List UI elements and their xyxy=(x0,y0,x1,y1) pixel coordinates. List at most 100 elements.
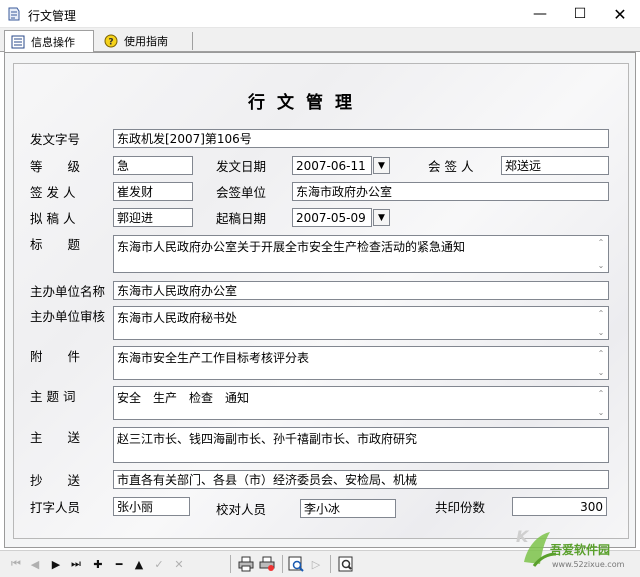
host-unit-field[interactable]: 东海市人民政府办公室 xyxy=(113,281,609,300)
chevron-down-icon: ⌄ xyxy=(597,328,605,337)
issue-date-dropdown-button[interactable]: ▼ xyxy=(373,157,390,174)
maximize-button[interactable]: ☐ xyxy=(560,0,600,28)
maximize-icon: ☐ xyxy=(573,6,587,22)
insert-icon: ✚ xyxy=(93,557,103,571)
search-icon xyxy=(338,556,353,572)
host-unit-label: 主办单位名称 xyxy=(30,284,106,299)
find-button[interactable] xyxy=(288,556,304,572)
print-icon xyxy=(238,556,254,572)
issue-date-label: 发文日期 xyxy=(216,159,267,174)
main-to-text: 赵三江市长、钱四海副市长、孙千禧副市长、市政府研究 xyxy=(117,432,418,446)
print-preview-icon xyxy=(259,556,275,571)
prev-icon: ◀ xyxy=(30,557,40,571)
chevron-up-icon: ⌃ xyxy=(597,309,605,318)
memo-scroll[interactable]: ⌃ ⌄ xyxy=(596,309,606,337)
proofreader-field[interactable]: 李小冰 xyxy=(300,499,396,518)
toolbar-separator xyxy=(230,555,231,573)
print-preview-button[interactable] xyxy=(259,556,275,572)
chevron-down-icon: ▼ xyxy=(378,160,385,171)
print-copies-label: 共印份数 xyxy=(435,500,486,515)
delete-record-button[interactable]: ━ xyxy=(111,556,127,572)
memo-scroll[interactable]: ⌃ ⌄ xyxy=(596,349,606,377)
attachment-label: 附 件 xyxy=(30,349,81,364)
chevron-up-icon: ⌃ xyxy=(597,389,605,398)
memo-scroll[interactable]: ⌃ ⌄ xyxy=(596,389,606,417)
grade-label: 等 级 xyxy=(30,159,81,174)
grade-field[interactable]: 急 xyxy=(113,156,193,175)
attachment-memo[interactable]: 东海市安全生产工作目标考核评分表 ⌃ ⌄ xyxy=(113,346,609,380)
edit-record-button[interactable]: ▲ xyxy=(131,556,147,572)
tab-label: 使用指南 xyxy=(124,35,168,48)
proofreader-label: 校对人员 xyxy=(216,502,267,517)
subject-words-text: 安全 生产 检查 通知 xyxy=(117,391,250,405)
close-button[interactable]: ✕ xyxy=(600,0,640,28)
draft-date-label: 起稿日期 xyxy=(216,211,267,226)
cosign-unit-field[interactable]: 东海市政府办公室 xyxy=(292,182,609,201)
play-button[interactable]: ▷ xyxy=(308,556,324,572)
doc-no-field[interactable]: 东政机发[2007]第106号 xyxy=(113,129,609,148)
signer-field[interactable]: 崔发财 xyxy=(113,182,193,201)
search-button[interactable] xyxy=(338,556,354,572)
tab-user-guide[interactable]: ? 使用指南 xyxy=(98,30,190,52)
cosign-unit-label: 会签单位 xyxy=(216,185,267,200)
insert-record-button[interactable]: ✚ xyxy=(90,556,106,572)
svg-text:?: ? xyxy=(108,38,113,48)
issue-date-field[interactable]: 2007-06-11 xyxy=(292,156,372,175)
subject-words-memo[interactable]: 安全 生产 检查 通知 ⌃ ⌄ xyxy=(113,386,609,420)
list-icon xyxy=(11,35,25,49)
copy-to-field[interactable]: 市直各有关部门、各县（市）经济委员会、安检局、机械 xyxy=(113,470,609,489)
app-icon xyxy=(8,7,20,21)
next-record-button[interactable]: ▶ xyxy=(48,556,64,572)
chevron-down-icon: ⌄ xyxy=(597,408,605,417)
tab-separator xyxy=(192,32,193,50)
host-review-memo[interactable]: 东海市人民政府秘书处 ⌃ ⌄ xyxy=(113,306,609,340)
first-icon: ⏮ xyxy=(11,557,21,570)
post-record-button[interactable]: ✓ xyxy=(151,556,167,572)
copy-to-label: 抄 送 xyxy=(30,473,81,488)
print-button[interactable] xyxy=(238,556,254,572)
cancel-icon: ✕ xyxy=(174,557,184,571)
chevron-up-icon: ⌃ xyxy=(597,238,605,247)
toolbar-separator xyxy=(282,555,283,573)
last-record-button[interactable]: ⏭ xyxy=(68,556,84,572)
minimize-icon: — xyxy=(533,6,547,22)
title-memo[interactable]: 东海市人民政府办公室关于开展全市安全生产检查活动的紧急通知 ⌃ ⌄ xyxy=(113,235,609,273)
next-icon: ▶ xyxy=(51,557,61,571)
draft-date-field[interactable]: 2007-05-09 xyxy=(292,208,372,227)
print-copies-field[interactable]: 300 xyxy=(512,497,607,516)
play-icon: ▷ xyxy=(311,557,321,571)
svg-text:K: K xyxy=(516,527,530,546)
minimize-button[interactable]: — xyxy=(520,0,560,28)
close-icon: ✕ xyxy=(613,4,627,24)
edit-icon: ▲ xyxy=(134,557,144,571)
post-icon: ✓ xyxy=(154,557,164,571)
typist-field[interactable]: 张小丽 xyxy=(113,497,190,516)
watermark-url: www.52zixue.com xyxy=(552,560,625,569)
help-icon: ? xyxy=(104,34,118,48)
main-to-label: 主 送 xyxy=(30,430,81,445)
chevron-down-icon: ⌄ xyxy=(597,368,605,377)
chevron-down-icon: ▼ xyxy=(378,212,385,223)
draft-date-dropdown-button[interactable]: ▼ xyxy=(373,209,390,226)
cancel-record-button[interactable]: ✕ xyxy=(171,556,187,572)
find-icon xyxy=(288,556,304,572)
first-record-button[interactable]: ⏮ xyxy=(8,556,24,572)
prior-record-button[interactable]: ◀ xyxy=(27,556,43,572)
main-to-memo[interactable]: 赵三江市长、钱四海副市长、孙千禧副市长、市政府研究 xyxy=(113,427,609,463)
host-review-text: 东海市人民政府秘书处 xyxy=(117,311,238,325)
tab-label: 信息操作 xyxy=(31,36,75,49)
doc-no-label: 发文字号 xyxy=(30,132,81,147)
chevron-down-icon: ⌄ xyxy=(597,261,605,270)
title-text: 东海市人民政府办公室关于开展全市安全生产检查活动的紧急通知 xyxy=(117,240,466,254)
delete-icon: ━ xyxy=(115,557,123,571)
memo-scroll[interactable]: ⌃ ⌄ xyxy=(596,238,606,270)
drafter-label: 拟 稿 人 xyxy=(30,211,76,226)
tab-info-operation[interactable]: 信息操作 xyxy=(4,30,94,53)
window-title: 行文管理 xyxy=(28,9,77,23)
drafter-field[interactable]: 郭迎进 xyxy=(113,208,193,227)
cosigner-label: 会 签 人 xyxy=(428,159,474,174)
chevron-up-icon: ⌃ xyxy=(597,349,605,358)
attachment-text: 东海市安全生产工作目标考核评分表 xyxy=(117,351,310,365)
cosigner-field[interactable]: 郑送远 xyxy=(501,156,609,175)
toolbar-separator xyxy=(330,555,331,573)
